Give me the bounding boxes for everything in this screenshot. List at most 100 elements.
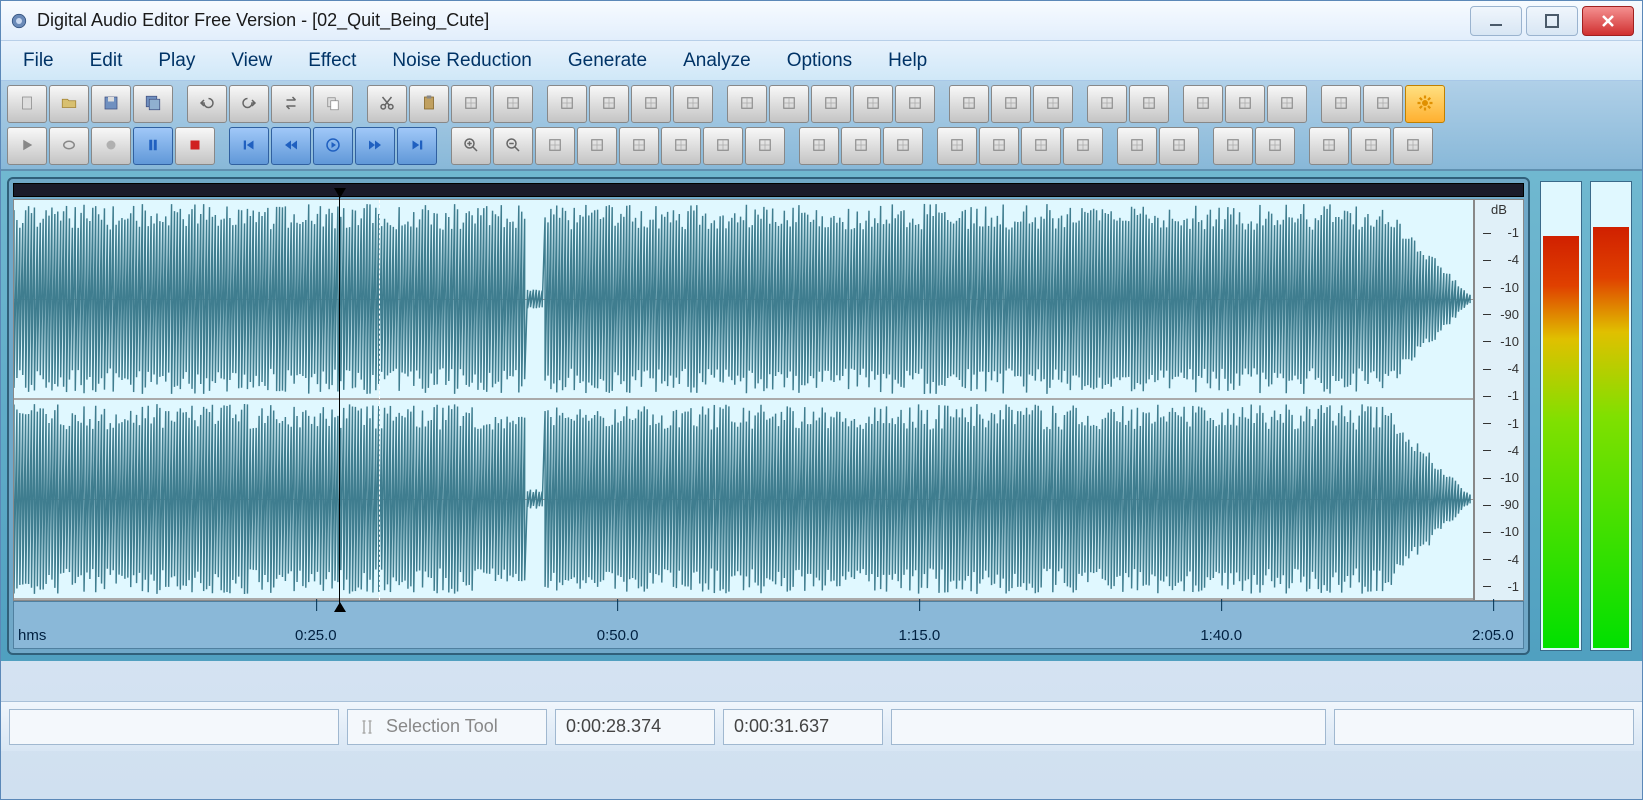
- paste-mix-button[interactable]: [451, 85, 491, 123]
- playhead-cursor[interactable]: [339, 190, 340, 610]
- cut-button[interactable]: [367, 85, 407, 123]
- menu-analyze[interactable]: Analyze: [665, 44, 769, 78]
- menu-view[interactable]: View: [213, 44, 290, 78]
- ampup-icon: [948, 136, 966, 157]
- new-button[interactable]: [7, 85, 47, 123]
- eq-button[interactable]: [1393, 127, 1433, 165]
- env1-button[interactable]: [1213, 127, 1253, 165]
- wave2-button[interactable]: [1159, 127, 1199, 165]
- loop-button[interactable]: [49, 127, 89, 165]
- save-as-button[interactable]: [133, 85, 173, 123]
- zoom-in-button[interactable]: [451, 127, 491, 165]
- zoom-out-button[interactable]: [493, 127, 533, 165]
- amp-down-button[interactable]: [979, 127, 1019, 165]
- db-tick: -90: [1479, 497, 1519, 512]
- play-circle-icon: [324, 136, 342, 157]
- menu-help[interactable]: Help: [870, 44, 945, 78]
- paste-from-button[interactable]: [493, 85, 533, 123]
- copy-button[interactable]: [313, 85, 353, 123]
- back-button[interactable]: [841, 127, 881, 165]
- delete-button[interactable]: [631, 85, 671, 123]
- reduce-button[interactable]: [991, 85, 1031, 123]
- menu-options[interactable]: Options: [769, 44, 870, 78]
- volume-button[interactable]: [1063, 127, 1103, 165]
- forward-button[interactable]: [355, 127, 395, 165]
- fx1-button[interactable]: [1309, 127, 1349, 165]
- mute-right-button[interactable]: [769, 85, 809, 123]
- env2-button[interactable]: [1255, 127, 1295, 165]
- title-bar: Digital Audio Editor Free Version - [02_…: [1, 1, 1642, 41]
- menu-play[interactable]: Play: [140, 44, 213, 78]
- wave-channels[interactable]: [13, 199, 1474, 601]
- zoom-sel-button[interactable]: [535, 127, 575, 165]
- go-start-button[interactable]: [229, 127, 269, 165]
- status-cell-right: [1334, 709, 1634, 745]
- menu-edit[interactable]: Edit: [72, 44, 141, 78]
- db-tick: -4: [1479, 552, 1519, 567]
- pause-button[interactable]: [133, 127, 173, 165]
- zoom-full-button[interactable]: [577, 127, 617, 165]
- waveform-panel: dB -1-4-10-90-10-4-1 -1-4-10-90-10-4-1 h…: [7, 177, 1530, 655]
- amp-fit-button[interactable]: [1021, 127, 1061, 165]
- delsel-icon: [684, 94, 702, 115]
- channel-right[interactable]: [14, 400, 1473, 600]
- invert-button[interactable]: [853, 85, 893, 123]
- status-cell-empty: [9, 709, 339, 745]
- fx2-button[interactable]: [1351, 127, 1391, 165]
- paste-button[interactable]: [409, 85, 449, 123]
- filter-button[interactable]: [1033, 85, 1073, 123]
- menu-noise-reduction[interactable]: Noise Reduction: [374, 44, 549, 78]
- speaker-button[interactable]: [1225, 85, 1265, 123]
- equal-button[interactable]: [883, 127, 923, 165]
- menu-generate[interactable]: Generate: [550, 44, 665, 78]
- rewind-button[interactable]: [271, 127, 311, 165]
- zoom-out-v-button[interactable]: [745, 127, 785, 165]
- overview-strip[interactable]: [13, 183, 1524, 197]
- status-cell-flex: [891, 709, 1326, 745]
- swap-button[interactable]: [811, 85, 851, 123]
- channel-left[interactable]: [14, 200, 1473, 400]
- menu-file[interactable]: File: [5, 44, 72, 78]
- menu-effect[interactable]: Effect: [290, 44, 374, 78]
- fit-button[interactable]: [799, 127, 839, 165]
- settings-button[interactable]: [1405, 85, 1445, 123]
- amp-up-button[interactable]: [937, 127, 977, 165]
- mixer-button[interactable]: [1183, 85, 1223, 123]
- repeat-button[interactable]: [271, 85, 311, 123]
- open-button[interactable]: [49, 85, 89, 123]
- trim-button[interactable]: [547, 85, 587, 123]
- folder-icon: [60, 94, 78, 115]
- zoom-left-button[interactable]: [619, 127, 659, 165]
- zoom-right-button[interactable]: [661, 127, 701, 165]
- disks-icon: [144, 94, 162, 115]
- mic-button[interactable]: [1267, 85, 1307, 123]
- play-cursor-button[interactable]: [313, 127, 353, 165]
- tag-button[interactable]: [1087, 85, 1127, 123]
- tuning-button[interactable]: [1363, 85, 1403, 123]
- meter-left: [1540, 181, 1582, 651]
- play-button[interactable]: [7, 127, 47, 165]
- close-button[interactable]: [1582, 6, 1634, 36]
- selection-end-marker[interactable]: [379, 200, 380, 600]
- delete-sel-button[interactable]: [673, 85, 713, 123]
- maximize-button[interactable]: [1526, 6, 1578, 36]
- fullscreen-button[interactable]: [1321, 85, 1361, 123]
- go-end-button[interactable]: [397, 127, 437, 165]
- db-tick: -4: [1479, 361, 1519, 376]
- select-all-button[interactable]: [589, 85, 629, 123]
- undo-button[interactable]: [187, 85, 227, 123]
- redo-button[interactable]: [229, 85, 269, 123]
- reduce-icon: [1002, 94, 1020, 115]
- minimize-button[interactable]: [1470, 6, 1522, 36]
- wave1-button[interactable]: [1117, 127, 1157, 165]
- brightness-button[interactable]: [949, 85, 989, 123]
- stop-button[interactable]: [175, 127, 215, 165]
- insert-silence-button[interactable]: [895, 85, 935, 123]
- zoom-in-v-button[interactable]: [703, 127, 743, 165]
- record-button[interactable]: [91, 127, 131, 165]
- trim-icon: [558, 94, 576, 115]
- cd-button[interactable]: [1129, 85, 1169, 123]
- mute-left-button[interactable]: [727, 85, 767, 123]
- time-ruler[interactable]: hms 0:25.00:50.01:15.01:40.02:05.0: [13, 601, 1524, 649]
- save-button[interactable]: [91, 85, 131, 123]
